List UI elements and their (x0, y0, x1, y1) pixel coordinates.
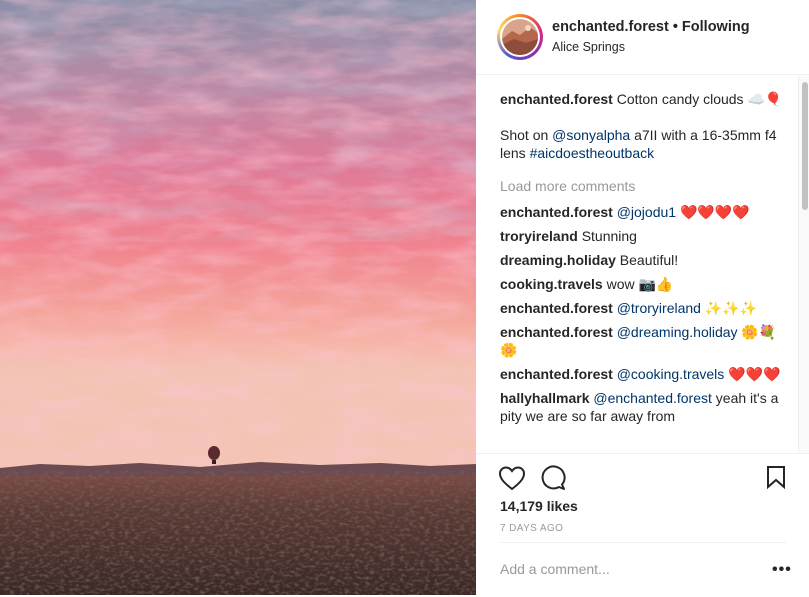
comment-username[interactable]: hallyhallmark (500, 390, 590, 406)
comment-item: enchanted.forest @troryireland ✨✨✨ (500, 299, 792, 317)
post-side-panel: enchanted.forest • Following Alice Springs… (476, 0, 809, 595)
post-timestamp[interactable]: 7 DAYS AGO (500, 523, 563, 534)
comment-text: wow 📷👍 (602, 276, 674, 292)
save-button[interactable] (766, 465, 786, 492)
post-header: enchanted.forest • Following Alice Springs (476, 0, 809, 75)
heart-icon (498, 466, 526, 491)
avatar-image (502, 19, 538, 55)
comment-mention[interactable]: @cooking.travels (617, 366, 725, 382)
comment-text: ✨✨✨ (700, 300, 758, 316)
comment-username[interactable]: enchanted.forest (500, 204, 613, 220)
comment-mention[interactable]: @jojodu1 (617, 204, 676, 220)
comment-text: Stunning (577, 228, 637, 244)
comment-item: troryireland Stunning (500, 227, 792, 245)
comment-username[interactable]: enchanted.forest (500, 324, 613, 340)
location-link[interactable]: Alice Springs (552, 40, 625, 54)
comment-mention[interactable]: @troryireland (617, 300, 701, 316)
comment-item: cooking.travels wow 📷👍 (500, 275, 792, 293)
post-photo[interactable] (0, 0, 476, 595)
sunset-photo (0, 0, 476, 595)
comment-text: ❤️❤️❤️❤️ (676, 204, 750, 220)
comment-item: dreaming.holiday Beautiful! (500, 251, 792, 269)
caption-line2-prefix: Shot on (500, 127, 553, 143)
comments-scrollbar[interactable] (798, 76, 809, 454)
avatar[interactable] (497, 14, 543, 60)
hashtag-link[interactable]: #aicdoestheoutback (530, 145, 655, 161)
post-actions: 14,179 likes 7 DAYS AGO ••• (476, 453, 809, 596)
scrollbar-thumb[interactable] (802, 82, 808, 210)
comment-mention[interactable]: @enchanted.forest (593, 390, 712, 406)
comment-item: hallyhallmark @enchanted.forest yeah it'… (500, 389, 792, 425)
bookmark-icon (767, 466, 785, 490)
caption-username[interactable]: enchanted.forest (500, 91, 613, 107)
like-button[interactable] (498, 465, 526, 494)
add-comment-section: ••• (500, 542, 791, 597)
load-more-comments-button[interactable]: Load more comments (500, 177, 792, 195)
comments-list: enchanted.forest Cotton candy clouds ☁️🎈… (500, 90, 792, 452)
comment-icon (541, 465, 566, 490)
caption-text: Cotton candy clouds ☁️🎈 (616, 91, 783, 107)
more-options-button[interactable]: ••• (772, 561, 792, 579)
post-author: enchanted.forest • Following (552, 19, 750, 35)
username-link[interactable]: enchanted.forest (552, 19, 669, 35)
comment-text: ❤️❤️❤️ (724, 366, 781, 382)
comment-username[interactable]: dreaming.holiday (500, 252, 616, 268)
comment-item: enchanted.forest @dreaming.holiday 🌼💐🌼 (500, 323, 792, 359)
comment-item: enchanted.forest @jojodu1 ❤️❤️❤️❤️ (500, 203, 792, 221)
comment-username[interactable]: enchanted.forest (500, 300, 613, 316)
comment-username[interactable]: enchanted.forest (500, 366, 613, 382)
comment-text: Beautiful! (615, 252, 679, 268)
caption: enchanted.forest Cotton candy clouds ☁️🎈… (500, 90, 792, 162)
comment-button[interactable] (540, 465, 566, 494)
comment-mention[interactable]: @dreaming.holiday (617, 324, 738, 340)
likes-count[interactable]: 14,179 likes (500, 498, 578, 514)
separator-dot: • (672, 19, 678, 35)
following-button[interactable]: Following (682, 19, 750, 35)
comment-username[interactable]: cooking.travels (500, 276, 603, 292)
mention-link[interactable]: @sonyalpha (552, 127, 630, 143)
add-comment-input[interactable] (500, 561, 750, 577)
comment-username[interactable]: troryireland (500, 228, 578, 244)
comment-item: enchanted.forest @cooking.travels ❤️❤️❤️ (500, 365, 792, 383)
